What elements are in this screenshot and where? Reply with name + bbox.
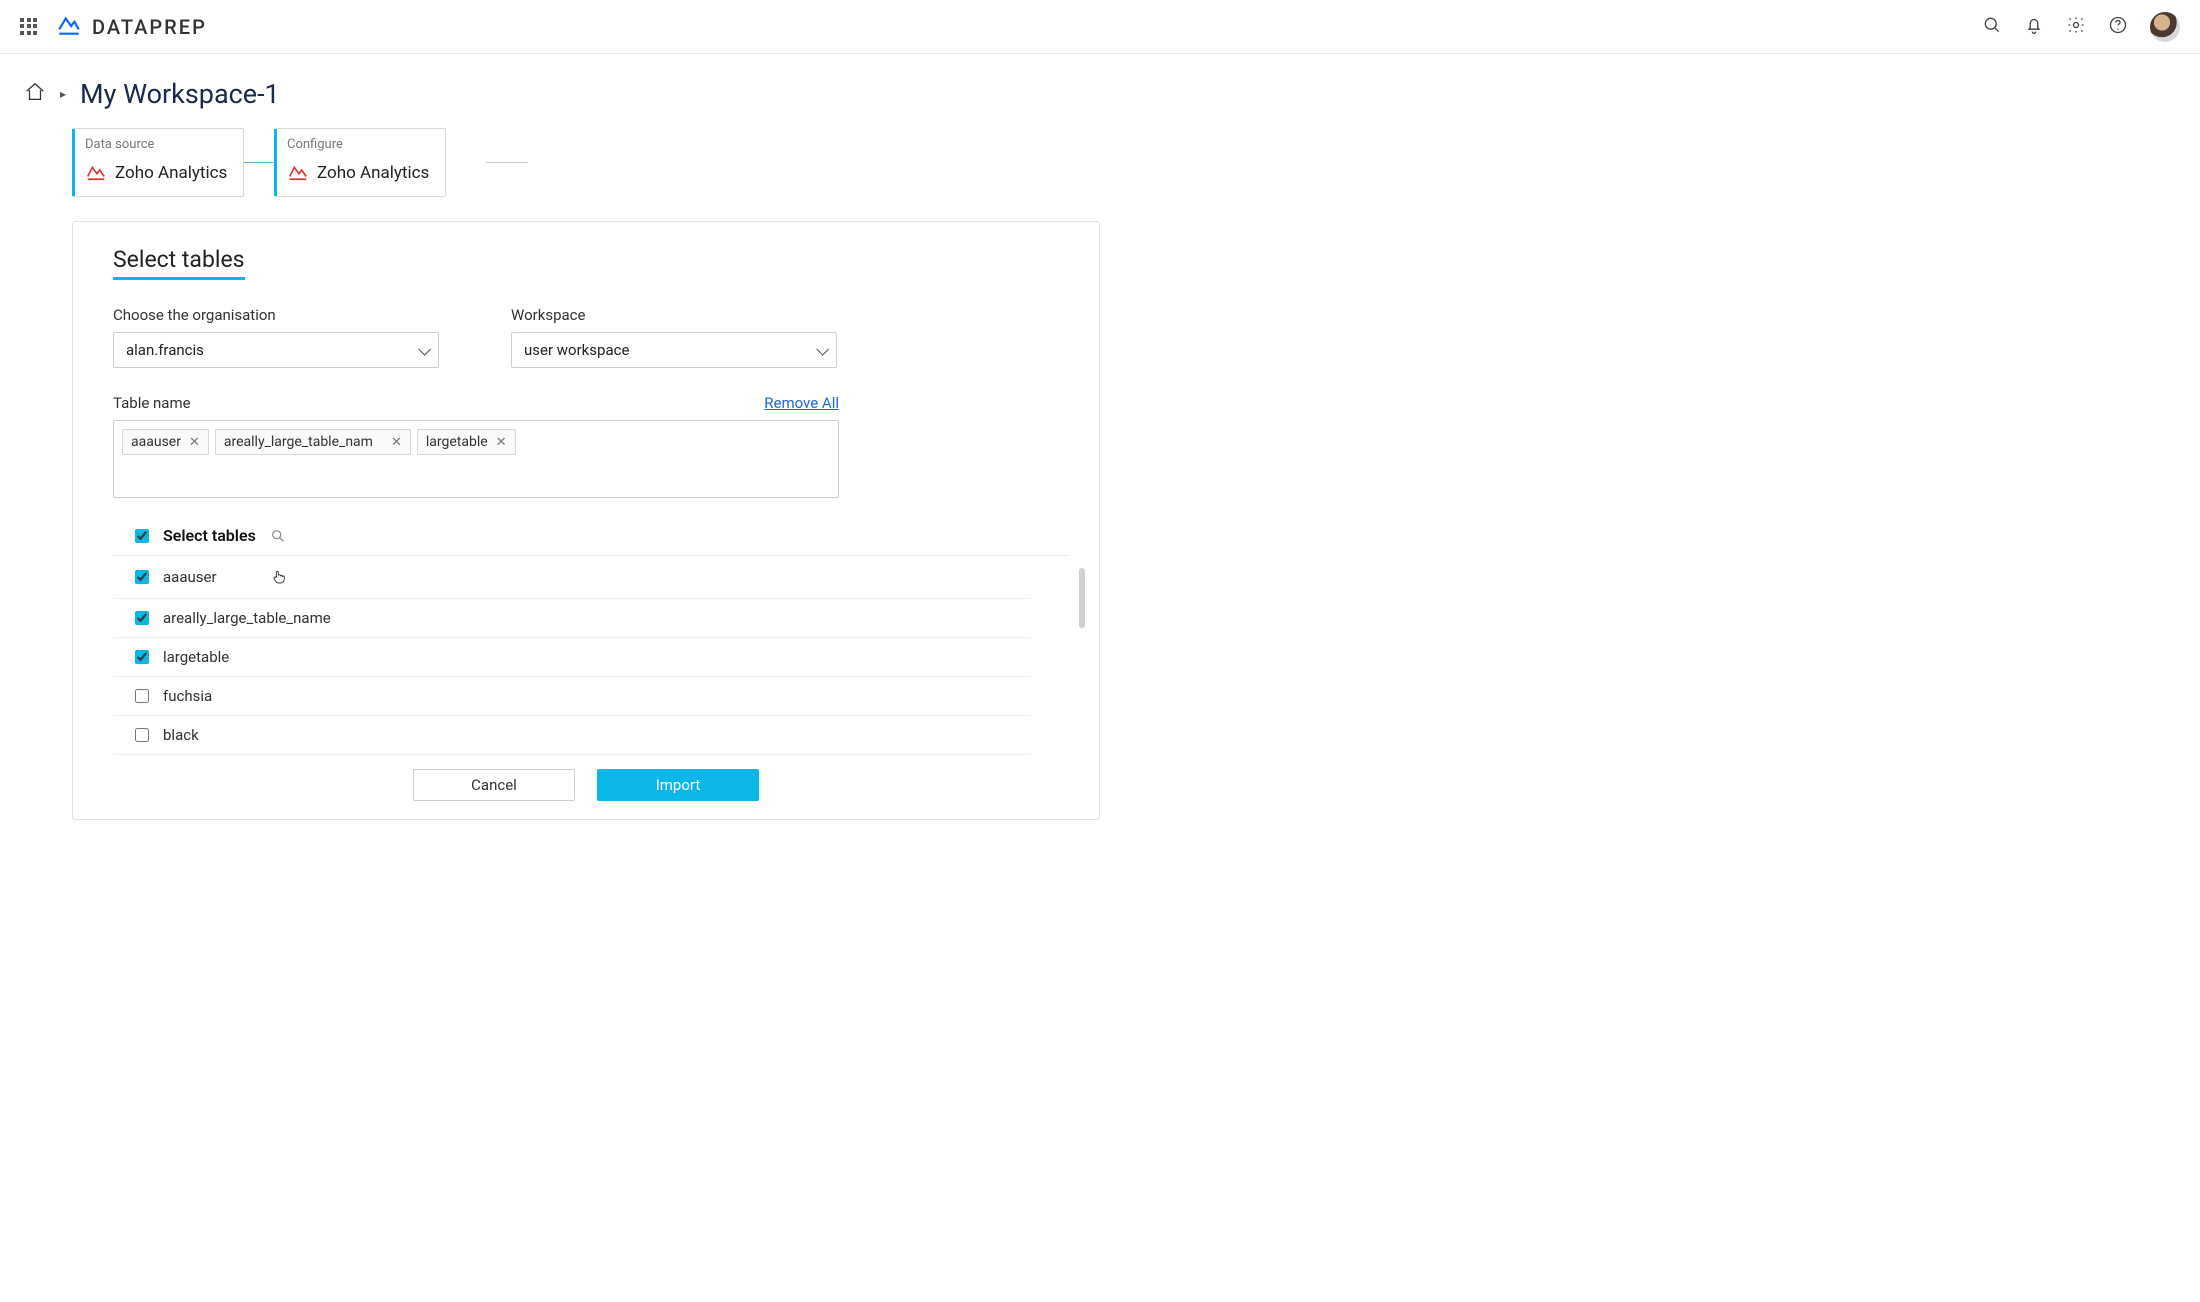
row-checkbox[interactable]	[135, 728, 149, 742]
close-icon[interactable]: ✕	[391, 435, 402, 450]
search-icon[interactable]	[1982, 15, 2002, 39]
step-label: Data source	[85, 137, 231, 152]
tables-list-head: Select tables	[113, 526, 1069, 556]
workspace-select[interactable]: user workspace	[511, 332, 837, 368]
tables-list-title: Select tables	[163, 526, 256, 545]
row-name: largetable	[163, 648, 229, 666]
tag-label: areally_large_table_nam	[224, 434, 373, 450]
apps-icon[interactable]	[20, 18, 38, 36]
import-button[interactable]: Import	[597, 769, 759, 801]
tables-list: Select tables aaauser areally_large_tabl…	[113, 526, 1069, 755]
home-icon[interactable]	[24, 81, 46, 107]
organisation-label: Choose the organisation	[113, 306, 439, 324]
bell-icon[interactable]	[2024, 15, 2044, 39]
panel-title: Select tables	[113, 246, 245, 280]
chevron-right-icon: ▸	[60, 87, 66, 101]
step-configure[interactable]: Configure Zoho Analytics	[274, 128, 446, 197]
steps-row: Data source Zoho Analytics Configure Zoh…	[0, 110, 2200, 221]
row-name: black	[163, 726, 199, 744]
row-name: aaauser	[163, 568, 217, 586]
avatar[interactable]	[2150, 12, 2180, 42]
row-checkbox[interactable]	[135, 611, 149, 625]
tag-areally: areally_large_table_nam ✕	[215, 429, 411, 455]
table-row[interactable]: areally_large_table_name	[113, 599, 1031, 638]
selected-tags-box[interactable]: aaauser ✕ areally_large_table_nam ✕ larg…	[113, 420, 839, 498]
help-icon[interactable]	[2108, 15, 2128, 39]
tag-label: aaauser	[131, 434, 181, 450]
app-name: DATAPREP	[92, 15, 207, 39]
breadcrumb: ▸ My Workspace-1	[0, 54, 2200, 110]
table-row[interactable]: aaauser	[113, 556, 1031, 599]
workspace-field: Workspace user workspace	[511, 306, 837, 368]
step-name: Zoho Analytics	[115, 163, 227, 183]
tag-aaauser: aaauser ✕	[122, 429, 209, 455]
step-connector-future	[486, 162, 528, 163]
step-name: Zoho Analytics	[317, 163, 429, 183]
app-logo[interactable]: DATAPREP	[56, 12, 207, 42]
zoho-analytics-icon	[85, 160, 107, 186]
step-data-source[interactable]: Data source Zoho Analytics	[72, 128, 244, 197]
table-row[interactable]: black	[113, 716, 1031, 755]
tag-label: largetable	[426, 434, 488, 450]
pointer-cursor-icon	[271, 568, 287, 590]
row-checkbox[interactable]	[135, 570, 149, 584]
cancel-button[interactable]: Cancel	[413, 769, 575, 801]
form-row-top: Choose the organisation alan.francis Wor…	[113, 306, 1059, 368]
remove-all-link[interactable]: Remove All	[764, 394, 839, 412]
workspace-title[interactable]: My Workspace-1	[80, 78, 280, 110]
step-label: Configure	[287, 137, 433, 152]
select-all-checkbox[interactable]	[135, 529, 149, 543]
select-tables-panel: Select tables Choose the organisation al…	[72, 221, 1100, 820]
row-checkbox[interactable]	[135, 689, 149, 703]
close-icon[interactable]: ✕	[189, 435, 200, 450]
table-row[interactable]: fuchsia	[113, 677, 1031, 716]
topbar-left: DATAPREP	[20, 12, 207, 42]
search-icon[interactable]	[270, 528, 286, 544]
step-connector	[244, 162, 274, 163]
row-name: fuchsia	[163, 687, 212, 705]
table-row[interactable]: largetable	[113, 638, 1031, 677]
scrollbar[interactable]	[1079, 568, 1085, 628]
topbar-right	[1982, 12, 2180, 42]
action-buttons: Cancel Import	[113, 769, 1059, 801]
row-checkbox[interactable]	[135, 650, 149, 664]
workspace-label: Workspace	[511, 306, 837, 324]
logo-mark-icon	[56, 12, 82, 42]
tag-largetable: largetable ✕	[417, 429, 516, 455]
gear-icon[interactable]	[2066, 15, 2086, 39]
tablename-header: Table name Remove All	[113, 394, 839, 412]
organisation-field: Choose the organisation alan.francis	[113, 306, 439, 368]
zoho-analytics-icon	[287, 160, 309, 186]
organisation-select[interactable]: alan.francis	[113, 332, 439, 368]
tablename-label: Table name	[113, 394, 191, 412]
close-icon[interactable]: ✕	[496, 435, 507, 450]
row-name: areally_large_table_name	[163, 609, 331, 627]
topbar: DATAPREP	[0, 0, 2200, 54]
